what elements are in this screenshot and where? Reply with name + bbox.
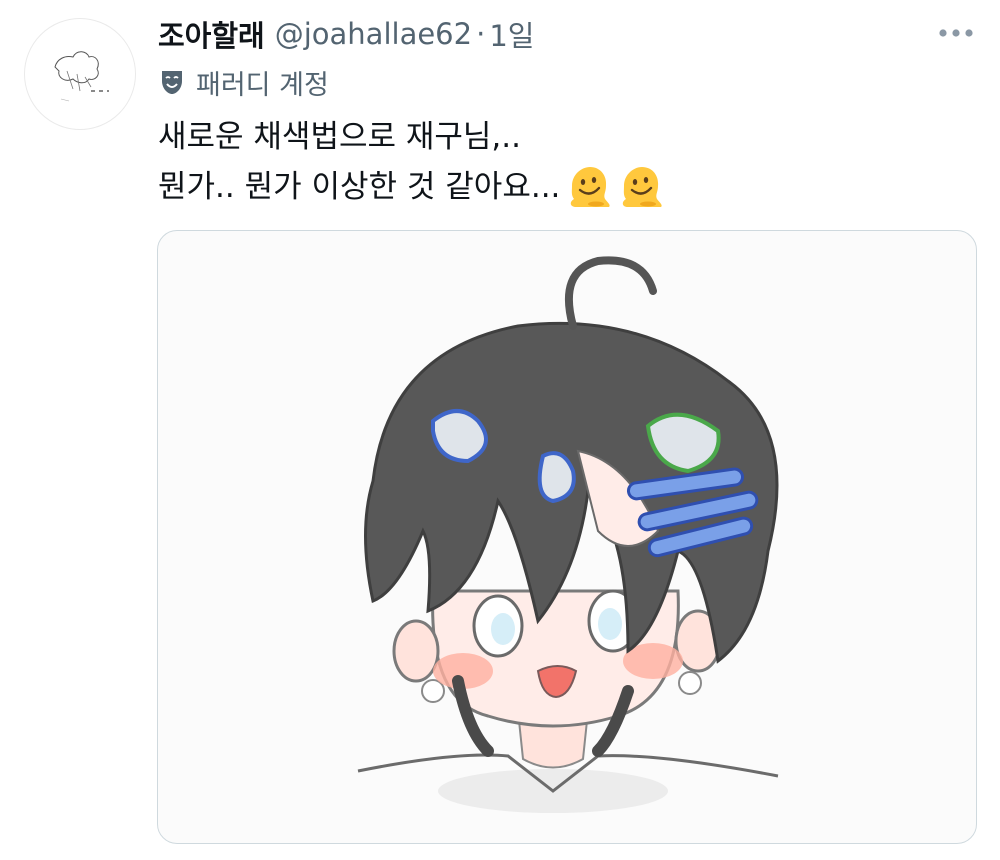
- account-label-text: 패러디 계정: [196, 69, 329, 101]
- tweet-text-line-1: 새로운 채색법으로 재구님,..: [158, 112, 978, 162]
- avatar-sketch-image: [54, 51, 109, 102]
- author-avatar[interactable]: [24, 18, 136, 130]
- theater-mask-icon: [162, 71, 182, 94]
- parody-account-label[interactable]: 패러디 계정: [160, 64, 329, 101]
- tweet-text-1: 새로운 채색법으로 재구님,..: [158, 119, 521, 155]
- tweet-media-image[interactable]: [157, 230, 977, 844]
- chibi-character-drawing: [357, 256, 779, 813]
- tweet-text-2: 뭔가.. 뭔가 이상한 것 같아요...: [158, 169, 561, 205]
- tweet-timestamp[interactable]: 1일: [489, 13, 534, 55]
- melting-face-icon: [623, 167, 663, 207]
- melting-face-icon: [571, 167, 611, 207]
- tweet-header: 조아할래 @joahallae62 · 1일: [158, 14, 1000, 54]
- tweet-text-line-2: 뭔가.. 뭔가 이상한 것 같아요...: [158, 162, 978, 212]
- author-handle[interactable]: @joahallae62: [275, 17, 472, 51]
- author-display-name[interactable]: 조아할래: [158, 13, 265, 55]
- dot-separator: ·: [476, 17, 486, 51]
- tweet-body: 새로운 채색법으로 재구님,.. 뭔가.. 뭔가 이상한 것 같아요...: [158, 112, 978, 212]
- more-horizontal-icon: [939, 29, 973, 37]
- more-options-button[interactable]: [936, 18, 976, 48]
